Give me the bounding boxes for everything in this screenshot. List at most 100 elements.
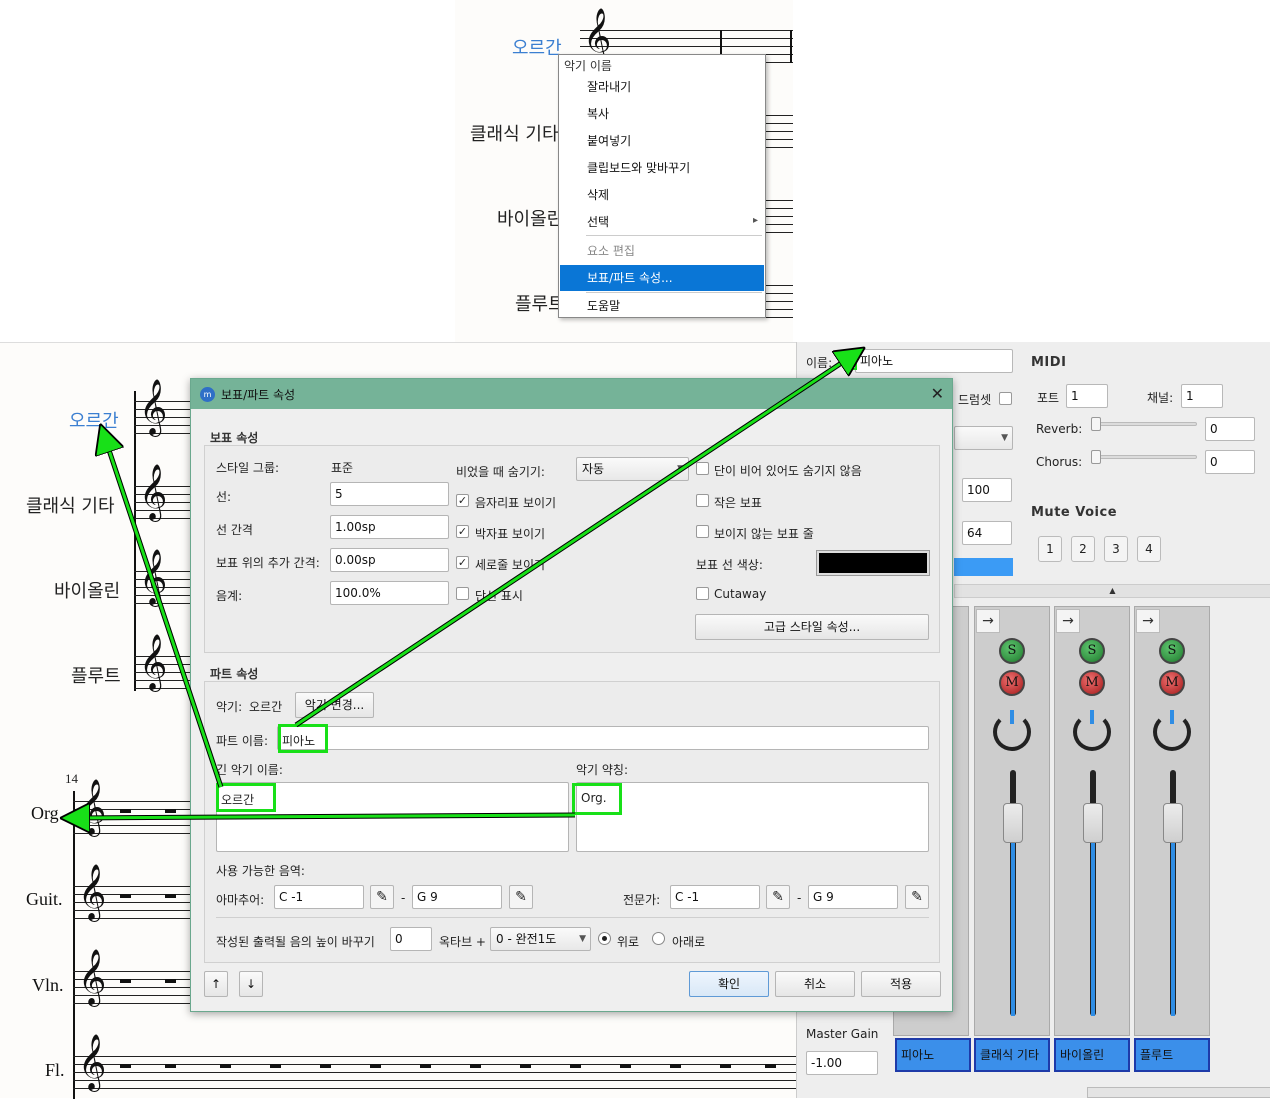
- horizontal-scrollbar[interactable]: [1087, 1087, 1270, 1098]
- solo-button[interactable]: S: [1159, 638, 1185, 664]
- score-instrument-name[interactable]: 클래식 기타: [470, 120, 559, 146]
- close-icon[interactable]: ✕: [931, 384, 944, 403]
- reverb-slider-handle[interactable]: [1091, 417, 1101, 431]
- dialog-titlebar[interactable]: m 보표/파트 속성 ✕: [191, 379, 952, 409]
- menu-item-copy[interactable]: 복사: [560, 101, 764, 127]
- staff: [73, 1056, 796, 1089]
- lines-input[interactable]: 5: [330, 482, 449, 506]
- mute-voice-4-button[interactable]: 4: [1137, 536, 1161, 562]
- pencil-icon[interactable]: ✎: [766, 885, 790, 909]
- mixer-sound-combo[interactable]: ▼: [954, 426, 1013, 450]
- volume-fader-handle[interactable]: [1083, 803, 1103, 843]
- score-instrument-name[interactable]: 클래식 기타: [26, 492, 115, 518]
- menu-item-paste[interactable]: 붙여넣기: [560, 128, 764, 154]
- long-name-label: 긴 악기 이름:: [216, 763, 283, 777]
- menu-item-help[interactable]: 도움말: [560, 293, 764, 319]
- reverb-input[interactable]: 0: [1205, 417, 1255, 441]
- score-instrument-name-selected[interactable]: 오르간: [512, 34, 562, 60]
- arrow-right-icon[interactable]: →: [1056, 609, 1080, 633]
- solo-button[interactable]: S: [999, 638, 1025, 664]
- menu-item-staff-part-properties[interactable]: 보표/파트 속성...: [560, 265, 764, 291]
- mute-button[interactable]: M: [999, 670, 1025, 696]
- professional-high-input[interactable]: G 9: [808, 885, 898, 909]
- strip-name-classical-guitar[interactable]: 클래식 기타: [974, 1038, 1050, 1072]
- chorus-input[interactable]: 0: [1205, 450, 1255, 474]
- amateur-low-input[interactable]: C -1: [274, 885, 364, 909]
- cutaway-checkbox[interactable]: [696, 587, 709, 600]
- score-instrument-name[interactable]: 바이올린: [54, 577, 120, 603]
- invisible-lines-checkbox[interactable]: [696, 525, 709, 538]
- cancel-button[interactable]: 취소: [775, 971, 855, 997]
- staff-line-color-swatch[interactable]: [816, 550, 930, 576]
- transpose-up-radio[interactable]: [598, 932, 611, 945]
- staff-abbreviation[interactable]: Vln.: [32, 975, 64, 996]
- whole-rest: [520, 1064, 531, 1068]
- volume-fader-handle[interactable]: [1163, 803, 1183, 843]
- pan-input[interactable]: 64: [962, 521, 1012, 545]
- mute-button[interactable]: M: [1079, 670, 1105, 696]
- reverb-slider[interactable]: [1091, 422, 1197, 426]
- interval-combo[interactable]: 0 - 완전1도 ▼: [490, 927, 591, 951]
- strip-name-flute[interactable]: 플루트: [1134, 1038, 1210, 1072]
- score-instrument-name[interactable]: 바이올린: [497, 205, 563, 231]
- staff-abbreviation[interactable]: Org.: [31, 803, 63, 824]
- knob-indicator: [1090, 710, 1094, 724]
- change-instrument-button[interactable]: 악기 변경...: [295, 692, 374, 718]
- line-distance-input[interactable]: 1.00sp: [330, 515, 449, 539]
- menu-item-cut[interactable]: 잘라내기: [560, 74, 764, 100]
- drumset-checkbox[interactable]: [999, 392, 1012, 405]
- show-timesig-checkbox[interactable]: ✓: [456, 525, 469, 538]
- mute-voice-1-button[interactable]: 1: [1038, 536, 1062, 562]
- transpose-octave-input[interactable]: 0: [390, 927, 432, 951]
- score-instrument-name[interactable]: 플루트: [71, 662, 121, 688]
- menu-item-swap-clipboard[interactable]: 클립보드와 맞바꾸기: [560, 155, 764, 181]
- mute-voice-3-button[interactable]: 3: [1104, 536, 1128, 562]
- part-name-input[interactable]: [277, 726, 929, 750]
- volume-fader-handle[interactable]: [1003, 803, 1023, 843]
- staff-part-properties-dialog: m 보표/파트 속성 ✕ 보표 속성 스타일 그룹: 표준 선: 5 선 간격 …: [190, 378, 953, 1012]
- mute-voice-2-button[interactable]: 2: [1071, 536, 1095, 562]
- menu-item-delete[interactable]: 삭제: [560, 182, 764, 208]
- chorus-slider-handle[interactable]: [1091, 450, 1101, 464]
- short-name-textarea[interactable]: [576, 782, 929, 852]
- extra-distance-input[interactable]: 0.00sp: [330, 548, 449, 572]
- whole-rest: [120, 894, 131, 898]
- staff-abbreviation[interactable]: Guit.: [26, 889, 63, 910]
- pencil-icon[interactable]: ✎: [370, 885, 394, 909]
- move-down-button[interactable]: ↓: [239, 971, 263, 997]
- strip-name-violin[interactable]: 바이올린: [1054, 1038, 1130, 1072]
- score-instrument-name-selected[interactable]: 오르간: [69, 407, 119, 433]
- small-staff-checkbox[interactable]: [696, 494, 709, 507]
- hide-when-empty-combo[interactable]: 자동 ▼: [576, 457, 689, 481]
- ok-button[interactable]: 확인: [689, 971, 769, 997]
- port-input[interactable]: 1: [1066, 384, 1108, 408]
- usable-range-label: 사용 가능한 음역:: [216, 864, 305, 878]
- menu-item-edit-element[interactable]: 요소 편집: [560, 238, 764, 264]
- professional-low-input[interactable]: C -1: [670, 885, 760, 909]
- arrow-right-icon[interactable]: →: [976, 609, 1000, 633]
- arrow-right-icon[interactable]: →: [1136, 609, 1160, 633]
- solo-button[interactable]: S: [1079, 638, 1105, 664]
- strip-name-piano[interactable]: 피아노: [895, 1038, 971, 1072]
- channel-input[interactable]: 1: [1181, 384, 1223, 408]
- move-up-button[interactable]: ↑: [204, 971, 228, 997]
- menu-item-select[interactable]: 선택: [560, 209, 764, 235]
- scale-input[interactable]: 100.0%: [330, 581, 449, 605]
- show-clef-checkbox[interactable]: ✓: [456, 494, 469, 507]
- staff-abbreviation[interactable]: Fl.: [45, 1060, 65, 1081]
- transpose-down-radio[interactable]: [652, 932, 665, 945]
- pencil-icon[interactable]: ✎: [905, 885, 929, 909]
- tab-checkbox[interactable]: [456, 587, 469, 600]
- amateur-high-input[interactable]: G 9: [412, 885, 502, 909]
- dont-hide-checkbox[interactable]: [696, 462, 709, 475]
- mixer-name-input[interactable]: 피아노: [855, 349, 1013, 373]
- master-gain-input[interactable]: -1.00: [806, 1051, 878, 1075]
- advanced-style-button[interactable]: 고급 스타일 속성...: [695, 614, 929, 640]
- chorus-slider[interactable]: [1091, 455, 1197, 459]
- apply-button[interactable]: 적용: [861, 971, 941, 997]
- mute-button[interactable]: M: [1159, 670, 1185, 696]
- pencil-icon[interactable]: ✎: [509, 885, 533, 909]
- show-barlines-checkbox[interactable]: ✓: [456, 556, 469, 569]
- collapse-bar[interactable]: ▲: [954, 584, 1270, 598]
- volume-input[interactable]: 100: [962, 478, 1012, 502]
